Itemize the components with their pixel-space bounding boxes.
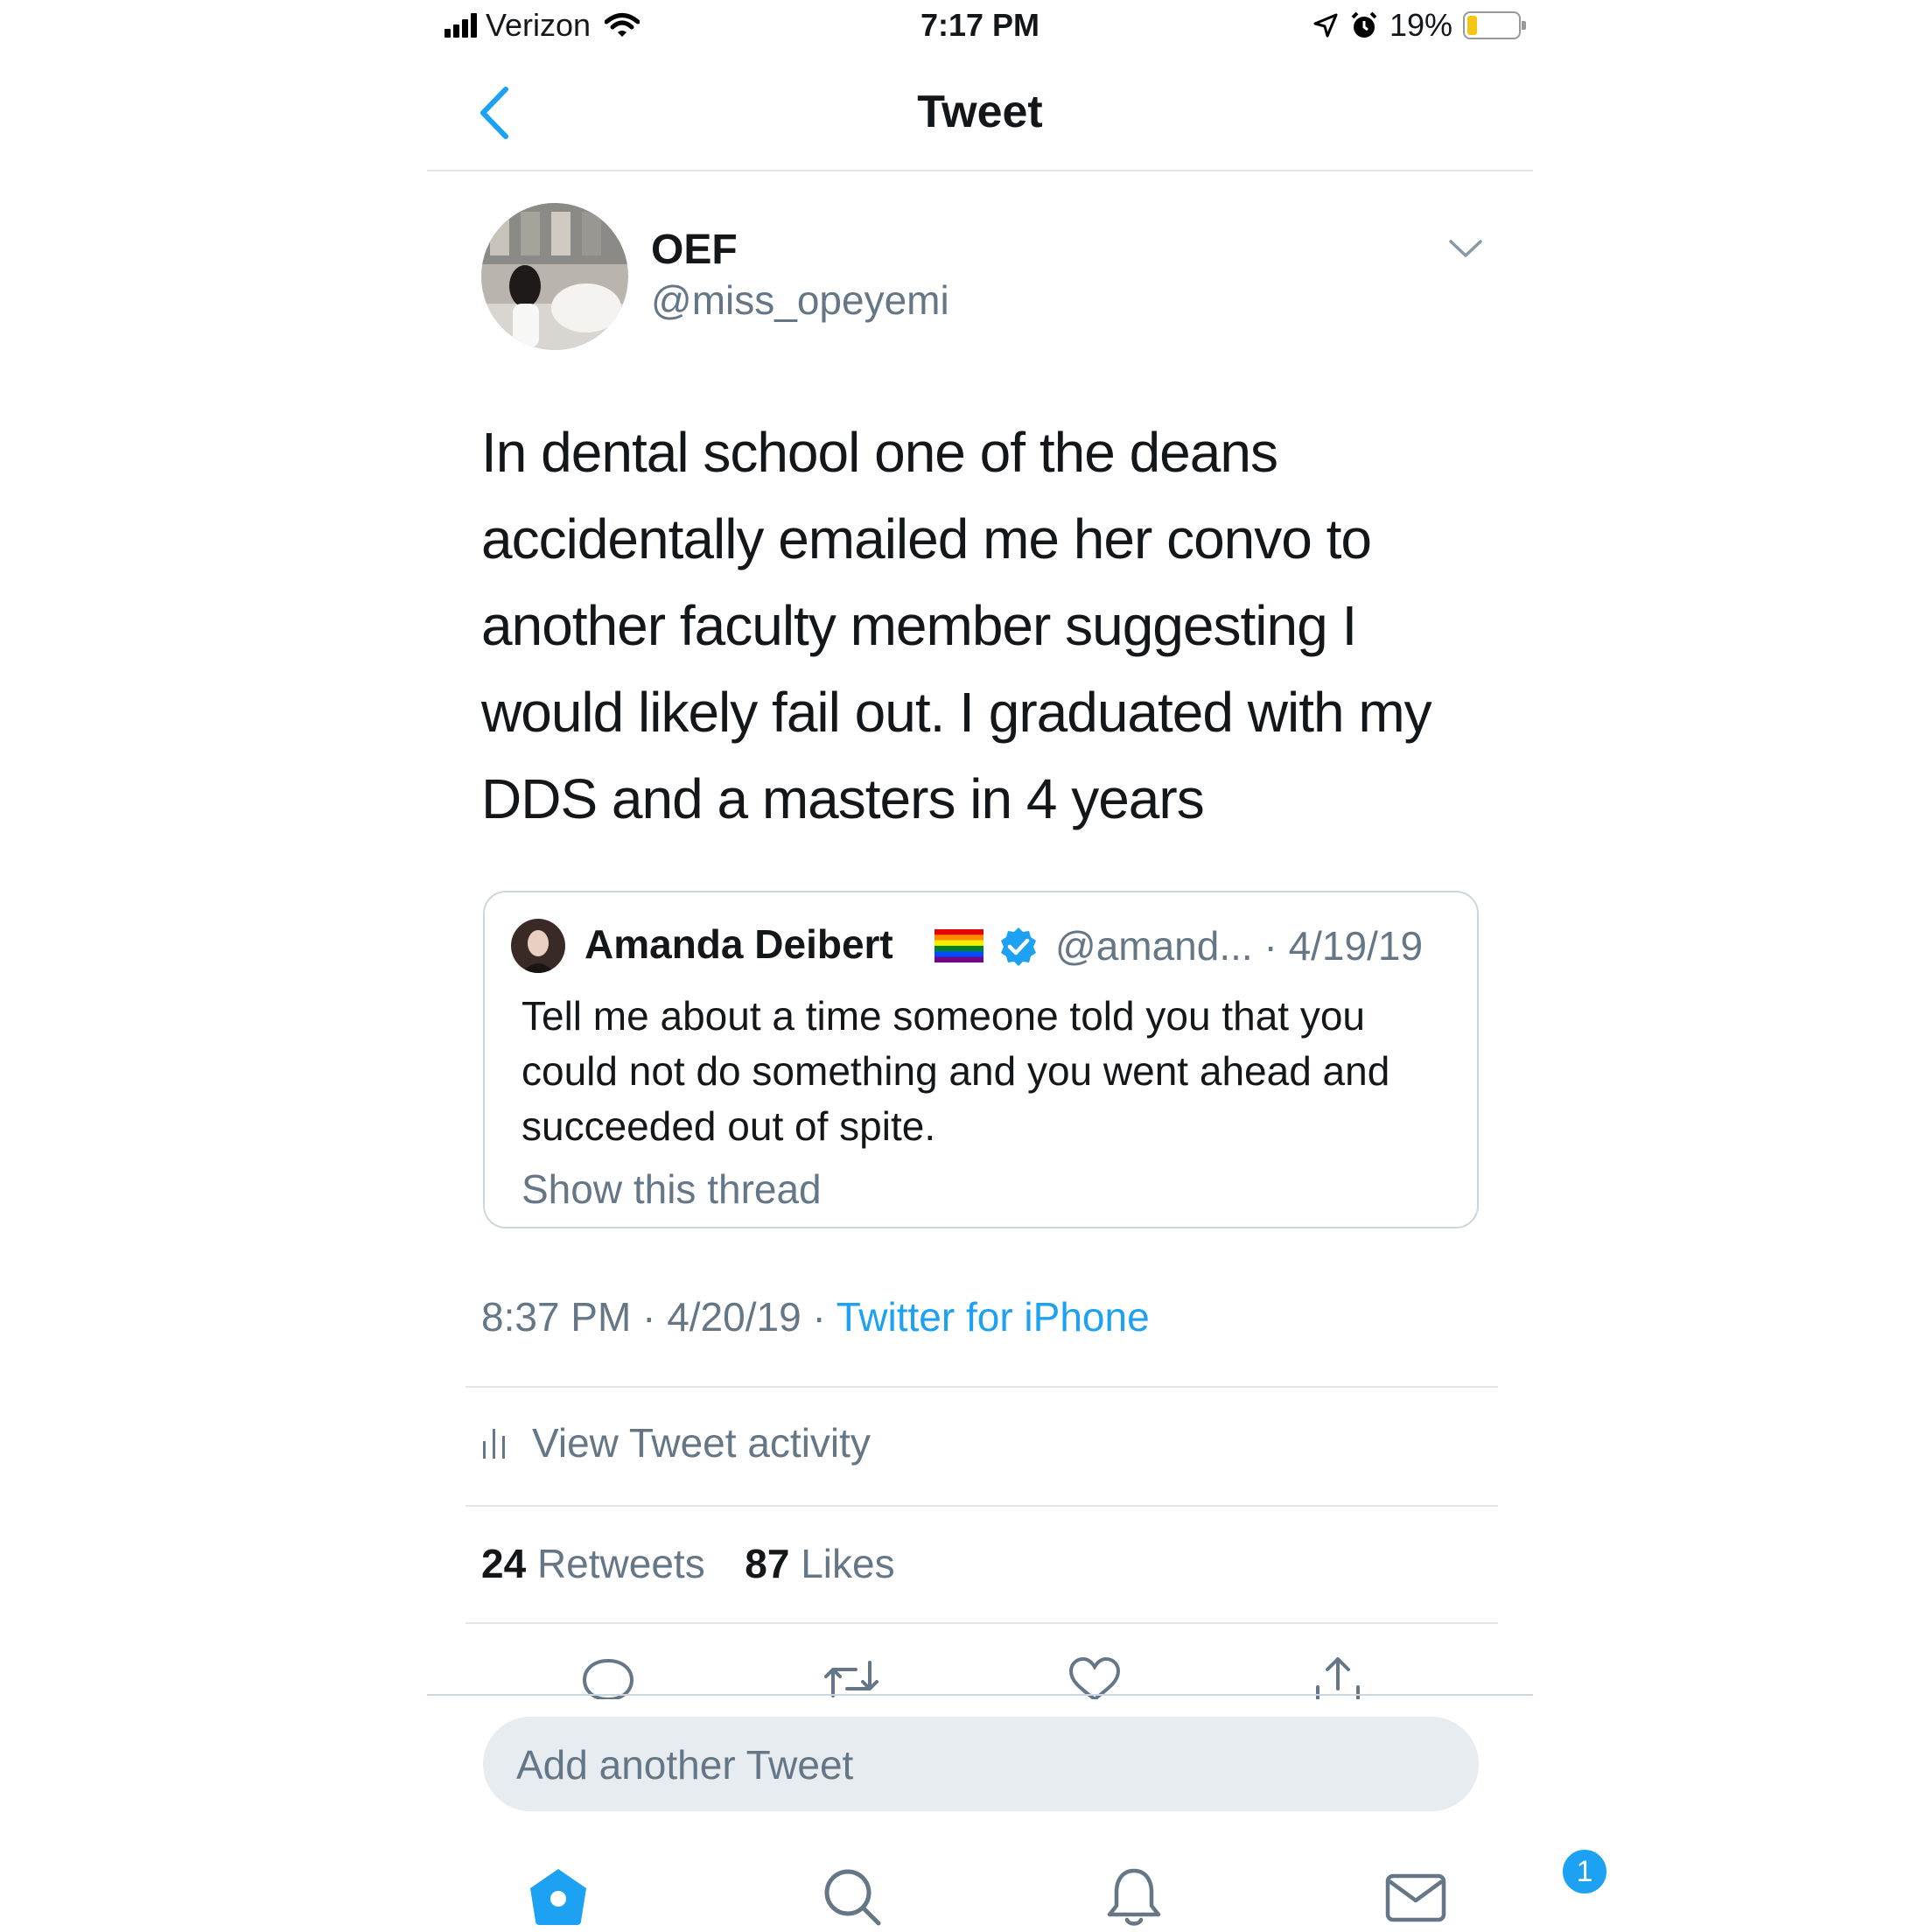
notifications-bell-icon[interactable] xyxy=(1101,1864,1167,1930)
quoted-tweet-text: Tell me about a time someone told you th… xyxy=(522,993,1390,1149)
quoted-display-name: Amanda Deibert xyxy=(584,921,893,967)
nav-divider xyxy=(427,170,1533,172)
show-thread-link[interactable]: Show this thread xyxy=(522,1166,822,1213)
tweet-timestamp-row: 8:37 PM · 4/20/19 · Twitter for iPhone xyxy=(481,1293,1150,1340)
bar-chart-icon xyxy=(483,1429,505,1459)
chevron-down-icon[interactable] xyxy=(1447,236,1484,262)
retweets-number: 24 xyxy=(481,1541,527,1586)
tweet-text: In dental school one of the deans accide… xyxy=(481,421,1432,830)
tweet-source-link[interactable]: Twitter for iPhone xyxy=(836,1294,1150,1340)
reply-icon[interactable] xyxy=(578,1654,639,1699)
avatar[interactable] xyxy=(481,203,628,350)
share-icon[interactable] xyxy=(1307,1654,1368,1699)
alarm-icon xyxy=(1351,11,1377,38)
retweet-icon[interactable] xyxy=(821,1654,882,1699)
phone-screen: Verizon 7:17 PM 19% Tweet OEF @miss_opey… xyxy=(427,0,1610,1932)
engagement-counts: 24 Retweets 87 Likes xyxy=(481,1540,895,1587)
messages-envelope-icon[interactable] xyxy=(1382,1864,1449,1930)
battery-icon xyxy=(1463,11,1526,39)
location-arrow-icon xyxy=(1313,13,1338,38)
likes-count[interactable]: 87 Likes xyxy=(745,1541,894,1586)
rainbow-flag-icon xyxy=(934,929,984,962)
quoted-avatar xyxy=(511,919,565,973)
add-tweet-placeholder: Add another Tweet xyxy=(516,1742,854,1788)
divider xyxy=(466,1505,1498,1507)
home-icon[interactable] xyxy=(525,1864,592,1930)
author-display-name[interactable]: OEF xyxy=(651,226,738,274)
quoted-tweet-card[interactable]: Amanda Deibert @amand... · 4/19/19 Tell … xyxy=(483,891,1479,1228)
battery-level-fill xyxy=(1467,16,1477,35)
page-title: Tweet xyxy=(917,87,1043,137)
likes-number: 87 xyxy=(745,1541,790,1586)
like-heart-icon[interactable] xyxy=(1064,1654,1125,1699)
view-activity-button[interactable]: View Tweet activity xyxy=(481,1419,871,1466)
retweets-count[interactable]: 24 Retweets xyxy=(481,1541,705,1586)
divider xyxy=(466,1386,1498,1388)
retweets-label: Retweets xyxy=(526,1541,705,1586)
quoted-meta: @amand... · 4/19/19 xyxy=(1055,923,1424,969)
view-activity-label: View Tweet activity xyxy=(532,1420,871,1466)
status-bar-right: 19% xyxy=(1312,7,1526,44)
likes-label: Likes xyxy=(789,1541,895,1586)
author-handle[interactable]: @miss_opeyemi xyxy=(651,276,949,324)
composer-divider xyxy=(427,1694,1533,1696)
notification-badge: 1 xyxy=(1559,1846,1610,1897)
verified-badge-icon xyxy=(1001,928,1036,966)
add-tweet-input[interactable]: Add another Tweet xyxy=(483,1717,1479,1811)
battery-percent: 19% xyxy=(1389,7,1452,43)
search-icon[interactable] xyxy=(819,1864,886,1930)
tweet-timestamp: 8:37 PM · 4/20/19 · xyxy=(481,1294,836,1340)
divider xyxy=(466,1622,1498,1624)
